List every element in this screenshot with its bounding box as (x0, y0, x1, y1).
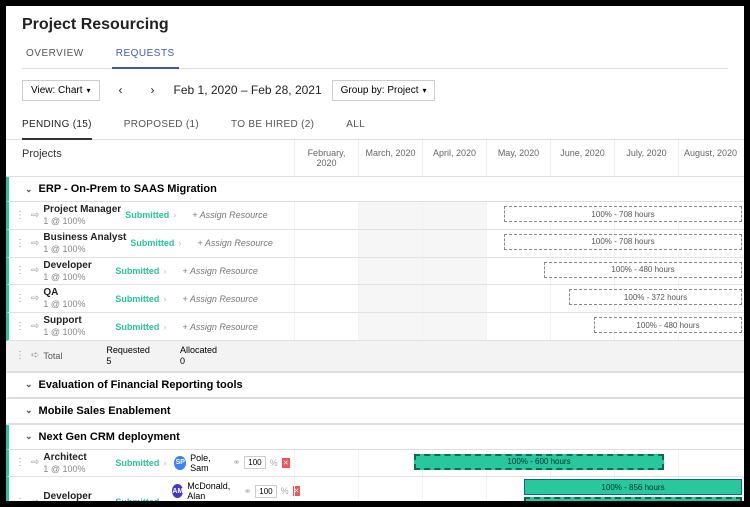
status-badge: Submitted (115, 266, 159, 276)
delete-icon[interactable]: ✕ (282, 458, 290, 468)
link-icon[interactable]: ⚭ (244, 486, 252, 497)
drag-handle-icon[interactable]: ⋮ (13, 350, 27, 361)
role-row: ⋮ ⇨ QA1 @ 100% Submitted › + Assign Reso… (6, 285, 744, 313)
chevron-down-icon: ⌄ (25, 431, 33, 442)
chevron-right-icon: › (163, 294, 166, 304)
pct-input[interactable]: 100 (255, 485, 276, 498)
project-group-nextgen[interactable]: ⌄Next Gen CRM deployment (6, 425, 744, 450)
subtab-proposed[interactable]: PROPOSED (1) (124, 111, 199, 139)
role-row: ⋮ ⇨ Developer2 @ 100% Submitted › AMMcDo… (6, 477, 744, 501)
avatar: SP (174, 456, 186, 470)
chevron-down-icon: ▾ (87, 86, 91, 95)
view-selector[interactable]: View: Chart ▾ (22, 80, 100, 101)
avatar: AM (172, 484, 183, 498)
status-badge: Submitted (115, 294, 159, 304)
chevron-down-icon: ⌄ (25, 184, 33, 195)
project-group-erp[interactable]: ⌄ERP - On-Prem to SAAS Migration (6, 177, 744, 202)
allocation-bar[interactable]: 100% - 708 hours (504, 206, 742, 222)
allocation-bar[interactable]: 100% - 372 hours (569, 289, 742, 305)
role-row: ⋮ ⇨ Developer1 @ 100% Submitted › + Assi… (6, 258, 744, 286)
month-header: April, 2020 (422, 140, 486, 176)
allocation-bar[interactable]: 100% - 856 hours (524, 497, 742, 501)
drag-handle-icon[interactable]: ⋮ (13, 497, 27, 501)
month-header: February, 2020 (294, 140, 358, 176)
month-header: August, 2020 (678, 140, 742, 176)
month-header: May, 2020 (486, 140, 550, 176)
assign-resource-button[interactable]: + Assign Resource (170, 266, 290, 276)
prev-period-button[interactable]: ‹ (110, 79, 132, 101)
tab-requests[interactable]: REQUESTS (112, 42, 179, 69)
allocation-bar[interactable]: 100% - 600 hours (414, 454, 664, 470)
arrow-icon: ⇨ (31, 210, 39, 221)
arrow-icon: ⇨ (31, 457, 39, 468)
totals-row: ⋮ ➪ Total Requested5 Allocated0 (6, 341, 744, 372)
arrow-icon: ⇨ (31, 293, 39, 304)
drag-handle-icon[interactable]: ⋮ (13, 238, 27, 249)
assign-resource-button[interactable]: + Assign Resource (170, 294, 290, 304)
allocation-bar[interactable]: 100% - 480 hours (594, 317, 742, 333)
assign-resource-button[interactable]: + Assign Resource (185, 238, 290, 248)
project-group-mobile[interactable]: ⌄Mobile Sales Enablement (6, 399, 744, 424)
drag-handle-icon[interactable]: ⋮ (13, 457, 27, 468)
subtab-pending[interactable]: PENDING (15) (22, 111, 92, 140)
month-header: July, 2020 (614, 140, 678, 176)
drag-handle-icon[interactable]: ⋮ (13, 210, 27, 221)
chevron-down-icon: ⌄ (25, 379, 33, 390)
arrow-icon: ⇨ (31, 265, 39, 276)
status-badge: Submitted (115, 322, 159, 332)
role-row: ⋮ ⇨ Architect1 @ 100% Submitted › SPPole… (6, 450, 744, 478)
project-group-eval[interactable]: ⌄Evaluation of Financial Reporting tools (6, 373, 744, 398)
status-badge: Submitted (115, 458, 159, 468)
arrow-icon: ⇨ (31, 238, 39, 249)
drag-handle-icon[interactable]: ⋮ (13, 321, 27, 332)
chevron-down-icon: ▾ (422, 86, 426, 95)
status-badge: Submitted (130, 238, 174, 248)
link-icon[interactable]: ⚭ (233, 457, 241, 468)
assign-resource-button[interactable]: + Assign Resource (170, 322, 290, 332)
role-row: ⋮ ⇨ Project Manager1 @ 100% Submitted › … (6, 202, 744, 230)
allocation-bar[interactable]: 100% - 856 hours (524, 479, 742, 495)
expand-icon[interactable]: ➪ (31, 350, 39, 361)
projects-column-header: Projects (6, 140, 294, 176)
page-title: Project Resourcing (22, 16, 728, 34)
subtab-all[interactable]: ALL (346, 111, 365, 139)
next-period-button[interactable]: › (142, 79, 164, 101)
arrow-icon: ⇨ (31, 497, 39, 501)
role-row: ⋮ ⇨ Business Analyst1 @ 100% Submitted ›… (6, 230, 744, 258)
chevron-right-icon: › (163, 322, 166, 332)
assign-resource-button[interactable]: + Assign Resource (180, 210, 290, 220)
drag-handle-icon[interactable]: ⋮ (13, 293, 27, 304)
drag-handle-icon[interactable]: ⋮ (13, 265, 27, 276)
chevron-right-icon: › (178, 238, 181, 248)
month-header: March, 2020 (358, 140, 422, 176)
tab-overview[interactable]: OVERVIEW (22, 42, 88, 68)
subtab-tobehired[interactable]: TO BE HIRED (2) (231, 111, 314, 139)
chevron-right-icon: › (173, 210, 176, 220)
chevron-down-icon: ⌄ (25, 405, 33, 416)
status-badge: Submitted (115, 497, 157, 501)
allocation-bar[interactable]: 100% - 480 hours (544, 262, 742, 278)
month-header: June, 2020 (550, 140, 614, 176)
arrow-icon: ⇨ (31, 321, 39, 332)
role-row: ⋮ ⇨ Support1 @ 100% Submitted › + Assign… (6, 313, 744, 341)
pct-input[interactable]: 100 (244, 456, 265, 469)
chevron-right-icon: › (163, 266, 166, 276)
date-range: Feb 1, 2020 – Feb 28, 2021 (174, 83, 322, 97)
status-badge: Submitted (125, 210, 169, 220)
allocation-bar[interactable]: 100% - 708 hours (504, 234, 742, 250)
group-by-selector[interactable]: Group by: Project ▾ (332, 80, 436, 101)
